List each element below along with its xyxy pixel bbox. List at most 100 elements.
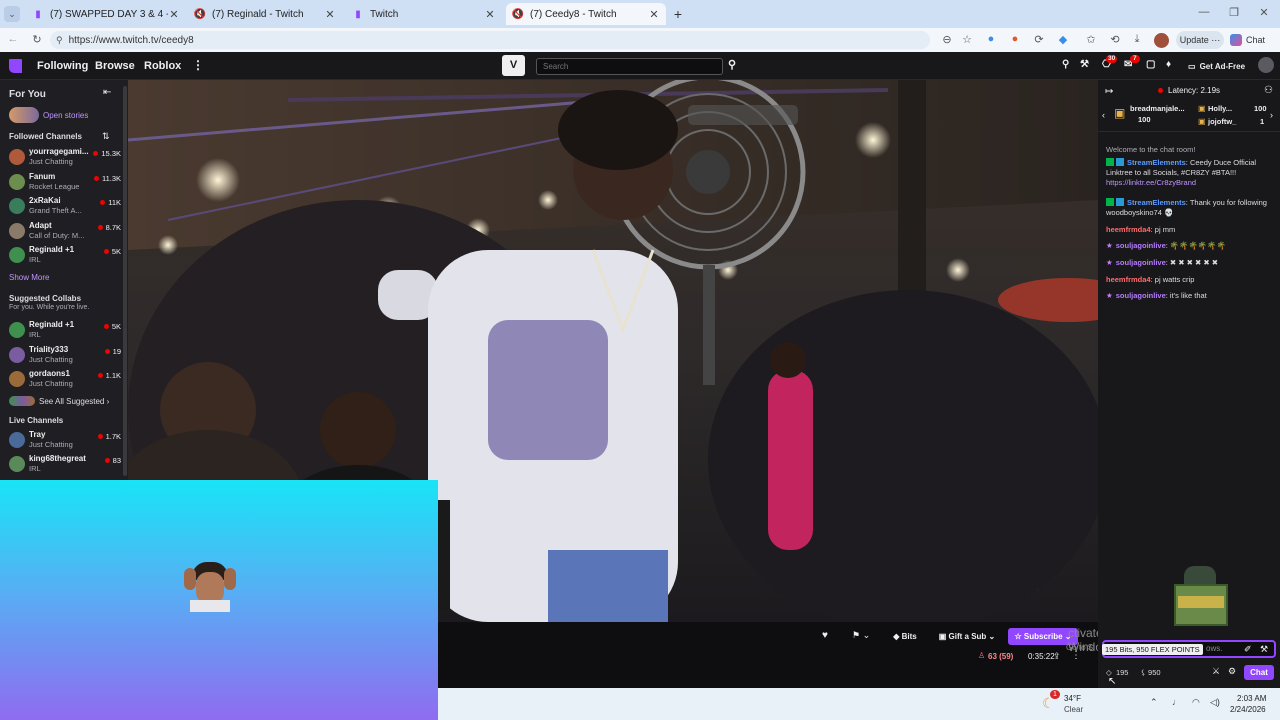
tray-chevron-icon[interactable]: ⌃	[1150, 697, 1158, 708]
prev-arrow-icon[interactable]: ‹	[1102, 110, 1105, 120]
chat-username[interactable]: souljagoinlive	[1116, 291, 1166, 300]
chat-username[interactable]: StreamElements	[1127, 198, 1186, 207]
moderation-icon[interactable]: ⚔	[1212, 666, 1220, 677]
channel-row[interactable]: Reginald +1 IRL 5K	[9, 320, 121, 342]
collapse-chat-icon[interactable]: ↦	[1105, 86, 1113, 97]
avatar[interactable]	[1258, 57, 1274, 73]
open-stories-link[interactable]: Open stories	[43, 111, 88, 120]
avatar[interactable]	[1154, 33, 1169, 48]
sidebar-scrollbar[interactable]	[123, 86, 127, 476]
refresh-icon[interactable]: ↻	[30, 33, 44, 46]
extension-icon[interactable]: ●	[984, 33, 998, 45]
more-icon[interactable]: ⋮	[192, 58, 204, 72]
url-field[interactable]: ⚲ https://www.twitch.tv/ceedy8	[50, 31, 930, 49]
restore-icon[interactable]: ❐	[1226, 6, 1242, 19]
browser-tab[interactable]: ▮ Twitch ✕	[346, 3, 502, 25]
close-icon[interactable]: ✕	[168, 8, 180, 21]
chat-username[interactable]: souljagoinlive	[1116, 258, 1166, 267]
chat-username[interactable]: heemfrmda4	[1106, 275, 1151, 284]
extension-logo-icon[interactable]: V	[502, 55, 525, 76]
channel-row[interactable]: Tray Just Chatting 1.7K	[9, 430, 121, 452]
channel-row[interactable]: gordaons1 Just Chatting 1.1K	[9, 369, 121, 391]
get-ad-free-button[interactable]: ▭ Get Ad-Free	[1184, 57, 1252, 75]
twitch-logo[interactable]	[9, 59, 22, 73]
channel-row[interactable]: Reginald +1 IRL 5K	[9, 245, 121, 267]
channel-row[interactable]: Triality333 Just Chatting 19	[9, 345, 121, 367]
channel-row[interactable]: yourragegami... Just Chatting 15.3K	[9, 147, 121, 169]
download-icon[interactable]: ⤓	[1130, 33, 1144, 46]
nav-roblox[interactable]: Roblox	[144, 60, 181, 72]
site-info-icon[interactable]: ⚲	[56, 35, 63, 46]
follow-heart-icon[interactable]: ♥	[822, 630, 828, 641]
crown-icon[interactable]: ♦	[1166, 59, 1171, 70]
channel-category: Just Chatting	[29, 354, 73, 364]
channel-row[interactable]: 2xRaKai Grand Theft A... 11K	[9, 196, 121, 218]
favorite-star-icon[interactable]: ☆	[960, 33, 974, 46]
channel-name: Reginald +1	[29, 320, 75, 329]
browser-tab[interactable]: 🔇 (7) Reginald - Twitch ✕	[188, 3, 342, 25]
nav-following[interactable]: Following	[37, 60, 88, 72]
sidebar: For You ⇤ Open stories Followed Channels…	[0, 80, 128, 480]
extension-icon[interactable]: ◆	[1056, 33, 1070, 46]
minimize-icon[interactable]: —	[1196, 6, 1212, 18]
channel-row[interactable]: king68thegreat IRL 83	[9, 454, 121, 476]
chat-username[interactable]: heemfrmda4	[1106, 225, 1151, 234]
wifi-icon[interactable]: ◠	[1192, 697, 1200, 708]
close-window-icon[interactable]: ✕	[1256, 6, 1272, 19]
notifications-badge: 30	[1106, 55, 1118, 63]
zoom-icon[interactable]: ⊖	[940, 33, 954, 46]
close-icon[interactable]: ✕	[484, 8, 496, 21]
update-label: Update	[1179, 35, 1209, 45]
volume-icon[interactable]: ◁)	[1210, 697, 1220, 708]
update-button[interactable]: Update ⋯	[1176, 31, 1224, 49]
channel-row[interactable]: Fanum Rocket League 11.3K	[9, 172, 121, 194]
see-all-suggested-button[interactable]: See All Suggested ›	[9, 395, 119, 407]
chat-link[interactable]: https://linktr.ee/Cr8zyBrand	[1106, 178, 1196, 187]
viewer-count: 11K	[100, 198, 121, 207]
chat-username[interactable]: souljagoinlive	[1116, 241, 1166, 250]
new-tab-icon[interactable]: +	[670, 6, 686, 22]
emote-picker-icon[interactable]: ✐	[1244, 644, 1252, 655]
community-icon[interactable]: ⚇	[1264, 85, 1273, 96]
chat-username[interactable]: StreamElements	[1127, 158, 1186, 167]
tool-icon[interactable]: ⚒	[1080, 59, 1089, 70]
hype-chat-icon[interactable]: ⚑ ⌄	[852, 630, 870, 641]
sort-icon[interactable]: ⇅	[102, 131, 110, 142]
copilot-chat-button[interactable]: Chat	[1230, 31, 1276, 49]
channel-row[interactable]: Adapt Call of Duty: M... 8.7K	[9, 221, 121, 243]
settings-gear-icon[interactable]: ⚙	[1228, 666, 1236, 677]
clock-time[interactable]: 2:03 AM	[1237, 694, 1266, 703]
history-icon[interactable]: ⟲	[1108, 33, 1122, 46]
extension-icon[interactable]: ●	[1008, 33, 1022, 45]
favorites-icon[interactable]: ✩	[1084, 33, 1098, 46]
tab-list-icon[interactable]: ⌄	[4, 6, 20, 22]
viewer-count: 15.3K	[93, 149, 121, 158]
collapse-sidebar-icon[interactable]: ⇤	[103, 87, 111, 98]
channel-name: Adapt	[29, 220, 52, 230]
browser-tab[interactable]: ▮ (7) SWAPPED DAY 3 & 4 - Twitch ✕	[26, 3, 186, 25]
next-arrow-icon[interactable]: ›	[1270, 110, 1273, 120]
search-icon[interactable]: ⚲	[728, 58, 736, 71]
clock-date[interactable]: 2/24/2026	[1230, 705, 1266, 714]
emote-icon[interactable]: ⚒	[1260, 644, 1268, 655]
close-icon[interactable]: ✕	[324, 8, 336, 21]
gift-sub-button[interactable]: ▣ Gift a Sub ⌄	[932, 628, 1002, 644]
search-input[interactable]	[536, 58, 723, 75]
extension-icon[interactable]: ⟳	[1032, 33, 1046, 46]
microphone-icon[interactable]: ♩	[1172, 697, 1181, 707]
close-icon[interactable]: ✕	[648, 8, 660, 21]
muted-speaker-icon[interactable]: 🔇	[194, 8, 206, 20]
search-icon[interactable]: ⚲	[1062, 59, 1069, 70]
muted-speaker-icon[interactable]: 🔇	[512, 8, 524, 20]
share-icon[interactable]: ⇪	[1053, 651, 1061, 662]
channel-category: Grand Theft A...	[29, 206, 82, 215]
chat-send-button[interactable]: Chat	[1244, 665, 1274, 680]
nav-browse[interactable]: Browse	[95, 60, 135, 72]
browser-tab-active[interactable]: 🔇 (7) Ceedy8 - Twitch ✕	[506, 3, 666, 25]
whispers-icon[interactable]: ▢	[1146, 59, 1155, 70]
sub-star-badge-icon: ★	[1106, 258, 1113, 267]
show-more-link[interactable]: Show More	[9, 273, 49, 282]
bits-button[interactable]: ◆ Bits	[886, 628, 924, 644]
stories-avatars[interactable]	[9, 107, 39, 123]
back-icon[interactable]: ←	[6, 33, 20, 45]
